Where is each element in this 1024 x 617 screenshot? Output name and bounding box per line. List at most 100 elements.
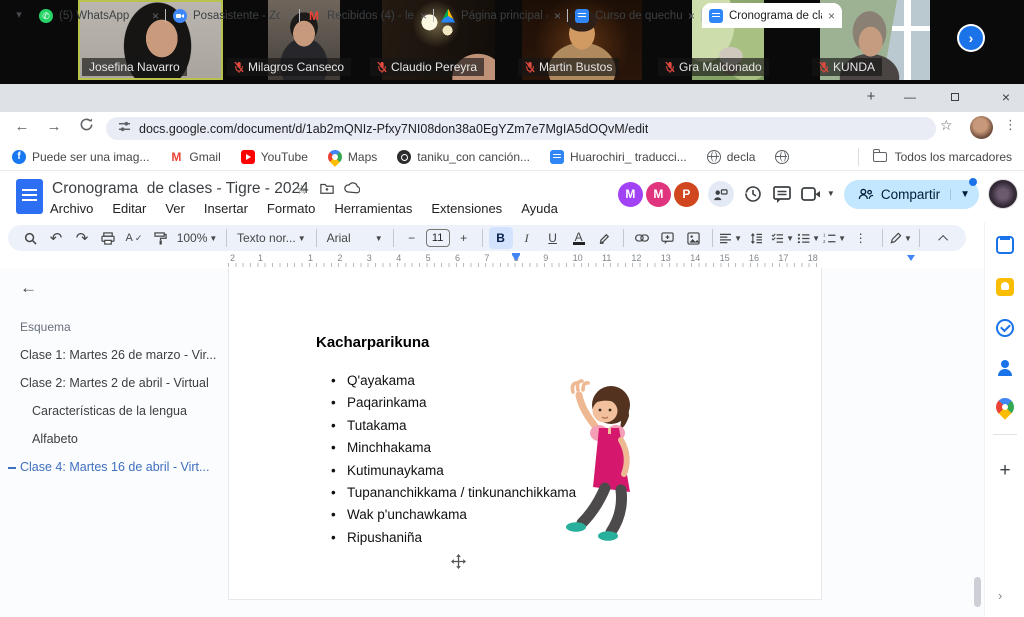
browser-tab[interactable]: (5) WhatsApp × [32,3,166,28]
window-minimize-button[interactable]: — [900,88,920,106]
spellcheck-icon[interactable]: A✓ [122,227,146,249]
site-info-icon[interactable] [118,120,131,138]
hide-menus-button[interactable] [932,227,956,249]
line-spacing-icon[interactable] [745,227,769,249]
keep-icon[interactable] [996,278,1014,296]
close-outline-button[interactable]: ← [20,278,220,298]
italic-button[interactable]: I [515,227,539,249]
share-dropdown-caret[interactable]: ▼ [950,189,979,200]
browser-tab[interactable]: Página principal - Go × [434,3,568,28]
menu-item[interactable]: Formato [267,201,315,216]
menu-item[interactable]: Ayuda [521,201,558,216]
outline-item[interactable]: Clase 1: Martes 26 de marzo - Vir... [20,348,220,362]
right-indent-marker[interactable] [907,255,915,261]
window-maximize-button[interactable] [945,88,965,106]
menu-item[interactable]: Herramientas [334,201,412,216]
tab-close-icon[interactable]: × [554,9,561,23]
bookmark-item[interactable]: Gmail [169,150,220,164]
font-dropdown[interactable]: Arial▼ [323,227,387,249]
scroll-right-chevron[interactable]: › [998,588,1002,603]
bold-button[interactable]: B [489,227,513,249]
back-button[interactable]: ← [12,118,32,135]
address-bar[interactable]: docs.google.com/document/d/1ab2mQNIz-Pfx… [106,117,936,140]
menu-item[interactable]: Archivo [50,201,93,216]
highlight-color-icon[interactable] [593,227,617,249]
tab-close-icon[interactable]: × [420,9,427,23]
tab-close-icon[interactable]: × [828,9,835,23]
paint-format-icon[interactable] [148,227,172,249]
search-menus-icon[interactable] [18,227,42,249]
decrease-font-size-button[interactable]: − [400,227,424,249]
tab-close-icon[interactable]: × [152,9,159,23]
menu-item[interactable]: Editar [112,201,146,216]
menu-item[interactable]: Insertar [204,201,248,216]
new-tab-button[interactable]: + [862,88,880,106]
bookmark-item[interactable]: taniku_con canción... [397,150,530,164]
comments-icon[interactable] [772,185,792,204]
editing-mode-dropdown[interactable]: ▼ [889,227,913,249]
browser-tab[interactable]: Posasistente - Zoom × [166,3,300,28]
outline-item[interactable]: Alfabeto [20,432,220,446]
tab-search-button[interactable]: ▾ [8,4,30,24]
redo-icon[interactable]: ↷ [70,227,94,249]
zoom-next-participants-button[interactable]: › [957,24,985,52]
bookmark-star-icon[interactable]: ☆ [940,117,953,134]
tab-close-icon[interactable]: × [688,9,695,23]
collaborator-avatar[interactable]: P [674,182,699,207]
menu-item[interactable]: Extensiones [431,201,502,216]
paragraph-style-dropdown[interactable]: Texto nor...▼ [233,227,310,249]
bookmark-item[interactable]: YouTube [241,150,308,164]
video-call-button[interactable]: ▼ [801,186,835,202]
star-document-icon[interactable]: ☆ [296,182,308,198]
left-indent-marker[interactable] [512,255,520,261]
move-to-folder-icon[interactable] [320,182,334,197]
add-comment-icon[interactable] [656,227,680,249]
contacts-icon[interactable] [996,359,1014,377]
align-dropdown[interactable]: ▼ [719,227,743,249]
bookmark-item[interactable]: Maps [328,150,377,164]
calendar-icon[interactable] [996,236,1014,254]
browser-tab[interactable]: Recibidos (4) - lengu × [300,3,434,28]
outline-item[interactable]: Características de la lengua [20,404,220,418]
version-history-icon[interactable] [743,184,763,204]
bookmark-item[interactable]: decla [707,150,756,164]
browser-tab[interactable]: Curso de quechua on × [568,3,702,28]
add-addon-button[interactable]: + [996,462,1014,480]
maps-icon[interactable] [992,394,1017,419]
all-bookmarks-button[interactable]: Todos los marcadores [858,148,1012,166]
document-page[interactable]: Kacharparikuna Q'ayakamaPaqarinkamaTutak… [228,268,822,600]
increase-font-size-button[interactable]: + [452,227,476,249]
reload-button[interactable] [76,117,96,136]
present-to-meeting-button[interactable] [708,181,734,207]
collaborator-avatar[interactable]: M [646,182,671,207]
browser-menu-icon[interactable]: ⋮ [1004,117,1017,133]
vertical-scrollbar-thumb[interactable] [974,577,981,607]
horizontal-ruler[interactable]: 21123456789101112131415161718 [228,252,822,268]
tasks-icon[interactable] [996,319,1014,337]
numbered-list-dropdown[interactable]: 12▼ [823,227,847,249]
account-avatar[interactable] [988,179,1018,209]
underline-button[interactable]: U [541,227,565,249]
outline-item[interactable]: Clase 2: Martes 2 de abril - Virtual [20,376,220,390]
share-button-main[interactable]: Compartir [844,187,950,202]
checklist-dropdown[interactable]: ▼ [771,227,795,249]
outline-item[interactable]: Clase 4: Martes 16 de abril - Virt... [20,460,220,474]
forward-button[interactable]: → [44,118,64,135]
more-options-icon[interactable]: ⋮ [849,227,873,249]
google-docs-icon[interactable] [16,179,43,214]
browser-tab[interactable]: Cronograma de clase × [702,3,842,28]
share-button[interactable]: Compartir ▼ [844,180,979,209]
print-icon[interactable] [96,227,120,249]
bookmark-item[interactable]: Huarochiri_ traducci... [550,150,687,164]
text-color-button[interactable]: A [567,227,591,249]
bookmark-item[interactable] [775,150,795,164]
window-close-button[interactable]: × [996,88,1016,106]
browser-profile-avatar[interactable] [970,116,993,139]
document-title[interactable]: Cronograma de clases - Tigre - 2024 [52,180,309,198]
collaborator-avatar[interactable]: M [618,182,643,207]
insert-link-icon[interactable] [630,227,654,249]
undo-icon[interactable]: ↶ [44,227,68,249]
bulleted-list-dropdown[interactable]: ▼ [797,227,821,249]
cloud-status-icon[interactable] [344,182,360,197]
insert-image-icon[interactable] [682,227,706,249]
